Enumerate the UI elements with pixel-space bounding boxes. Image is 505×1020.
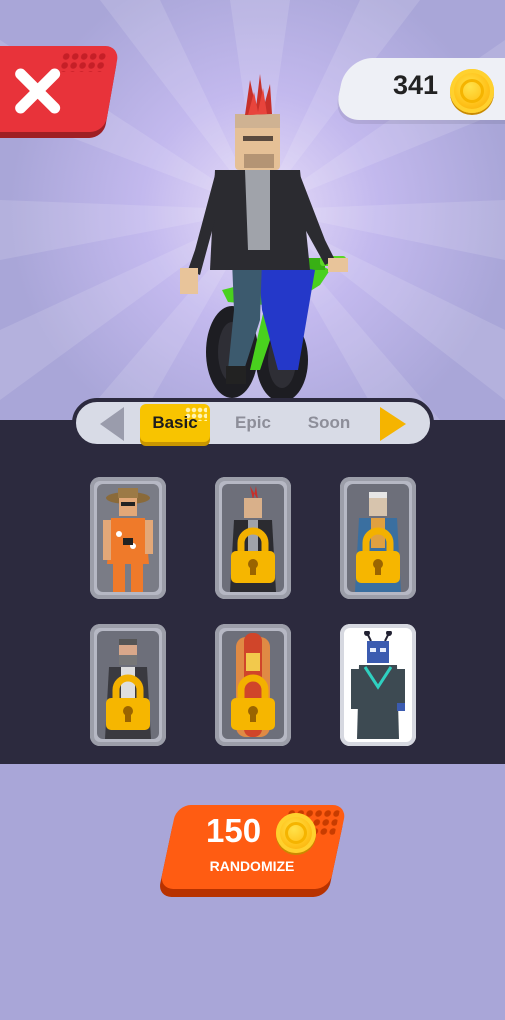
randomize-label: RANDOMIZE (209, 858, 295, 874)
alien-character-icon (351, 631, 405, 739)
randomize-price: 150 (206, 812, 262, 849)
tab-basic[interactable]: Basic (140, 404, 210, 442)
next-category-arrow-icon[interactable] (380, 407, 406, 441)
lock-icon (106, 674, 150, 730)
tab-soon-label: Soon (307, 413, 351, 432)
tab-basic-label: Basic (152, 413, 198, 432)
close-icon (15, 68, 61, 114)
character-card-hot-dog[interactable] (215, 624, 291, 746)
previous-category-arrow-icon[interactable] (100, 407, 124, 441)
lock-icon (231, 527, 275, 583)
coin-icon (450, 69, 494, 113)
tourist-character-icon (103, 488, 153, 592)
character-thumbnail (347, 631, 409, 739)
character-thumbnail (97, 484, 159, 592)
lock-icon (231, 674, 275, 730)
tab-soon[interactable]: Soon (298, 404, 360, 442)
close-button-dots (58, 52, 109, 72)
character-preview: 341 (0, 0, 505, 420)
character-card-punk[interactable] (215, 477, 291, 599)
character-card-bearded-man[interactable] (90, 624, 166, 746)
character-card-alien[interactable] (340, 624, 416, 746)
tab-epic-label: Epic (235, 413, 271, 432)
tab-epic[interactable]: Epic (222, 404, 284, 442)
character-card-tourist[interactable] (90, 477, 166, 599)
character-card-old-man[interactable] (340, 477, 416, 599)
coin-balance: 341 (392, 70, 438, 100)
coin-icon (276, 813, 316, 853)
close-button[interactable] (0, 46, 120, 132)
punk-rider-image (180, 74, 348, 400)
lock-icon (356, 527, 400, 583)
